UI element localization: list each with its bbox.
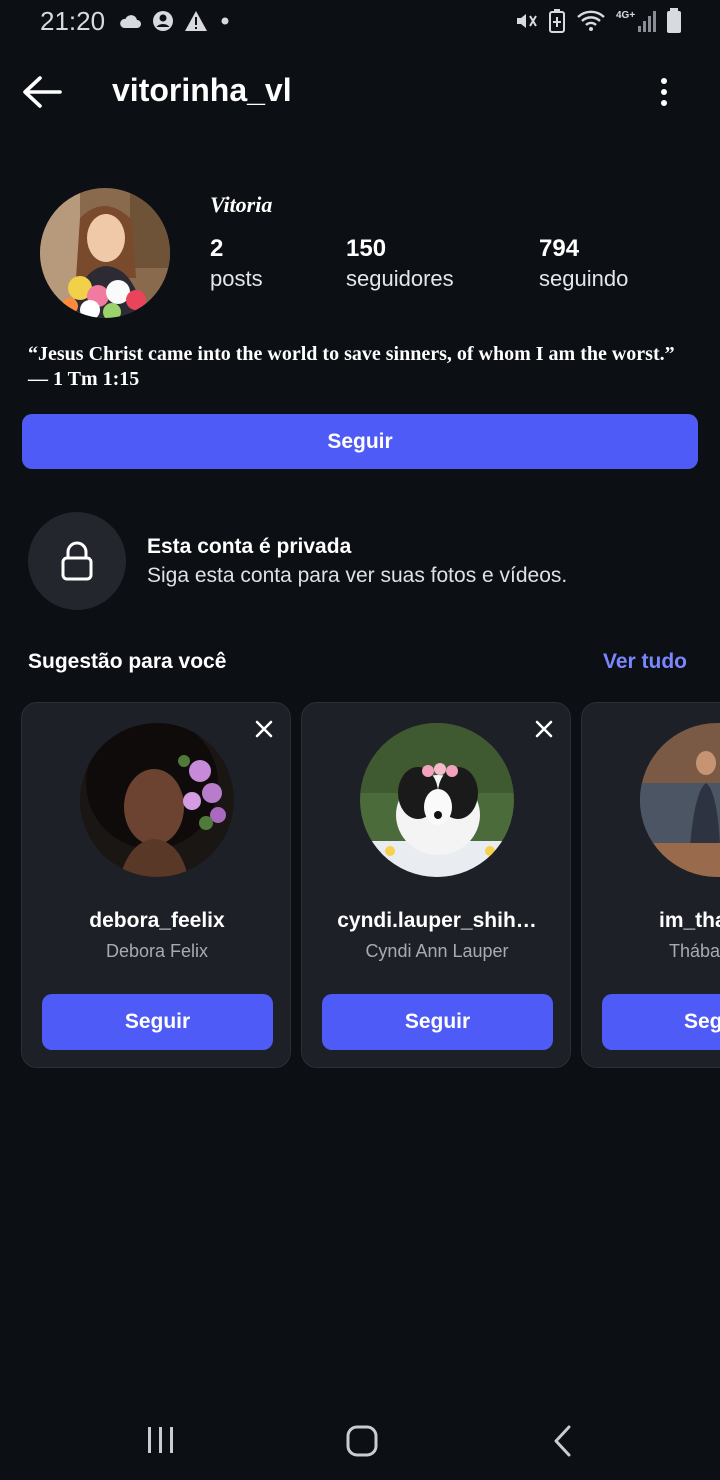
suggestion-avatar[interactable] — [80, 723, 234, 877]
close-icon — [255, 720, 273, 738]
suggestion-username: im_tha — [659, 909, 720, 932]
display-name: Vitoria — [210, 192, 273, 217]
chevron-left-icon — [554, 1425, 571, 1457]
status-left-icons — [118, 10, 232, 32]
suggestion-follow-button[interactable]: Seg — [602, 994, 720, 1050]
suggestion-name: Thába — [669, 941, 720, 961]
close-icon — [535, 720, 553, 738]
home-button[interactable] — [345, 1424, 379, 1458]
stat-followers[interactable]: 150 seguidores — [346, 234, 454, 294]
see-all-link[interactable]: Ver tudo — [603, 650, 687, 674]
stat-following-value: 794 — [539, 235, 580, 262]
suggestion-card[interactable]: cyndi.lauper_shih… Cyndi Ann Lauper Segu… — [301, 702, 571, 1068]
status-right-icons: 4G+ — [514, 8, 682, 34]
stat-posts-value: 2 — [210, 235, 224, 262]
more-options-button[interactable] — [650, 72, 678, 112]
lock-icon — [61, 541, 93, 581]
suggestion-follow-button[interactable]: Seguir — [42, 994, 273, 1050]
recent-apps-icon — [148, 1427, 173, 1453]
stat-followers-value: 150 — [346, 235, 387, 262]
account-circle-icon — [152, 10, 174, 32]
more-vertical-icon — [661, 78, 667, 106]
private-account-title: Esta conta é privada — [147, 535, 352, 558]
suggestion-name: Debora Felix — [105, 941, 209, 961]
mute-vibrate-icon — [514, 10, 538, 32]
profile-username: vitorinha_vl — [112, 72, 292, 108]
wifi-icon — [576, 9, 606, 33]
suggestion-follow-button[interactable]: Seguir — [322, 994, 553, 1050]
profile-avatar[interactable] — [40, 188, 170, 318]
profile-bio: “Jesus Christ came into the world to sav… — [28, 343, 675, 390]
dot-icon — [218, 14, 232, 28]
arrow-left-icon — [23, 76, 62, 108]
suggestion-avatar[interactable] — [360, 723, 514, 877]
stat-posts[interactable]: 2 posts — [210, 234, 263, 294]
warning-icon — [184, 10, 208, 32]
signal-4g-icon: 4G+ — [616, 8, 656, 34]
dismiss-suggestion-button[interactable] — [532, 717, 556, 741]
suggestion-avatar[interactable] — [640, 723, 720, 877]
status-time: 21:20 — [40, 6, 106, 36]
battery-saver-icon — [548, 9, 566, 33]
stat-followers-label: seguidores — [346, 266, 454, 291]
follow-button[interactable]: Seguir — [22, 414, 698, 469]
suggestion-card[interactable]: debora_feelix Debora Felix Seguir — [21, 702, 291, 1068]
private-lock-badge — [28, 512, 126, 610]
cloud-icon — [118, 13, 142, 29]
battery-icon — [666, 8, 682, 34]
system-back-button[interactable] — [552, 1424, 574, 1458]
home-icon — [346, 1425, 378, 1457]
stat-posts-label: posts — [210, 266, 263, 291]
dismiss-suggestion-button[interactable] — [252, 717, 276, 741]
suggestions-title: Sugestão para você — [28, 650, 227, 673]
suggestion-username: cyndi.lauper_shih… — [337, 909, 537, 932]
svg-text:4G+: 4G+ — [616, 10, 635, 21]
suggestion-card[interactable]: im_tha Thába Seg — [581, 702, 720, 1068]
stat-following[interactable]: 794 seguindo — [539, 234, 628, 294]
recent-apps-button[interactable] — [146, 1424, 176, 1456]
private-account-subtitle: Siga esta conta para ver suas fotos e ví… — [147, 564, 568, 587]
back-button[interactable] — [20, 72, 64, 112]
suggestion-name: Cyndi Ann Lauper — [365, 941, 509, 961]
stat-following-label: seguindo — [539, 266, 629, 291]
suggestion-username: debora_feelix — [89, 909, 225, 932]
